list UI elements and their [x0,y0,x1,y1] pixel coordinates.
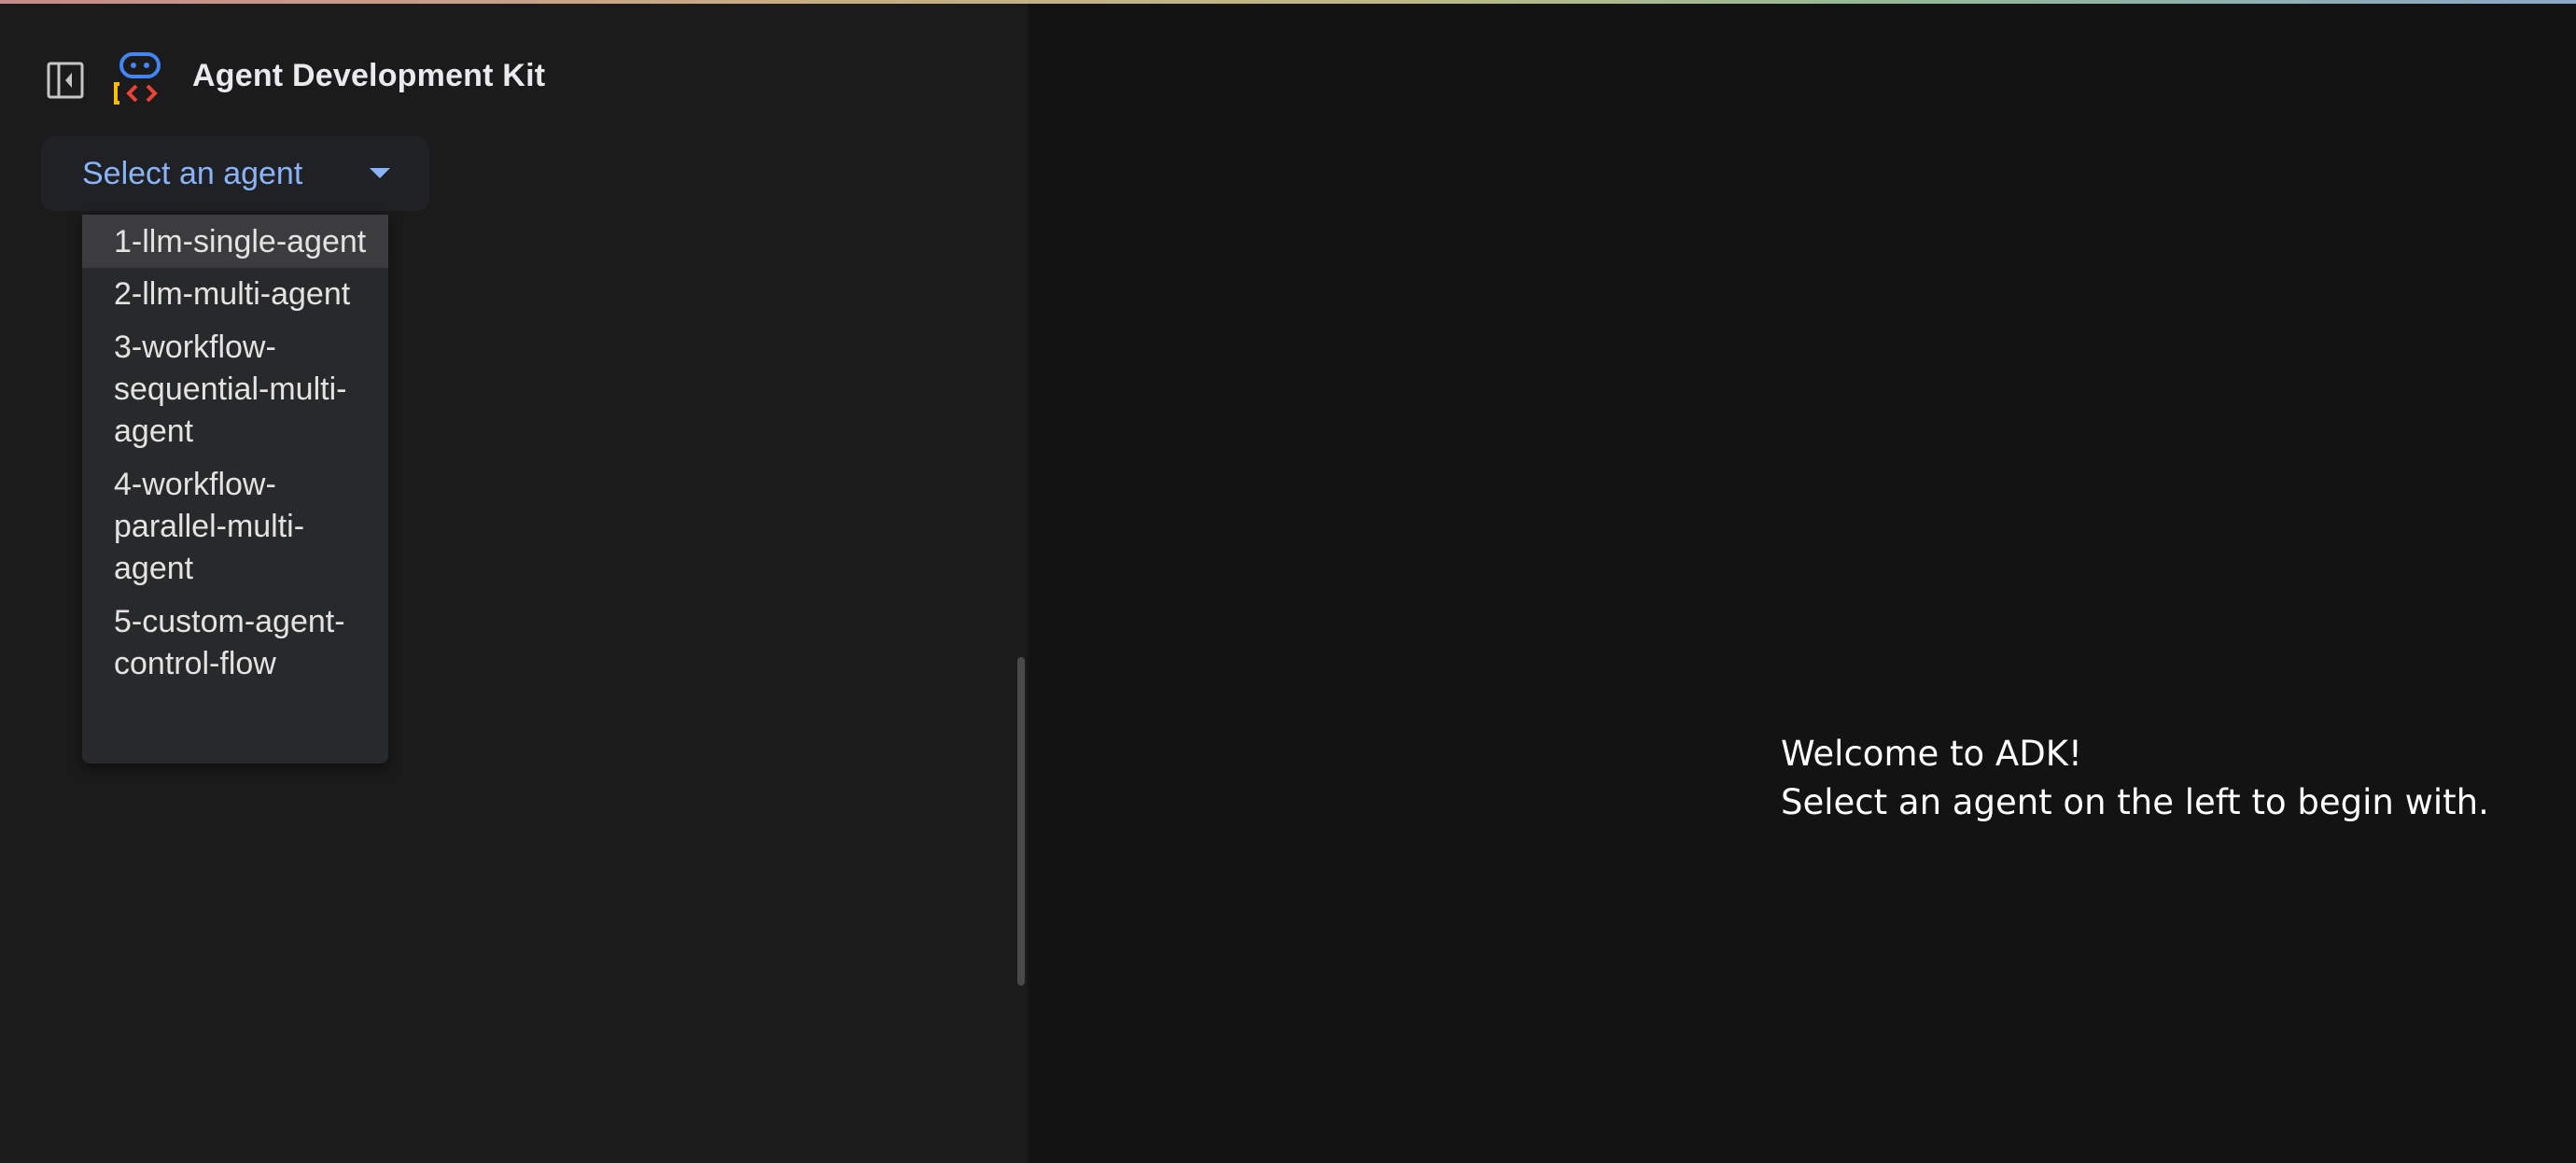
agent-options-panel[interactable]: 1-llm-single-agent 2-llm-multi-agent 3-w… [82,215,388,764]
agent-option-1[interactable]: 1-llm-single-agent [82,215,388,268]
welcome-subtitle: Select an agent on the left to begin wit… [1781,782,2489,822]
sidebar-resize-handle[interactable] [1017,657,1025,986]
agent-option-3[interactable]: 3-workflow-sequential-multi-agent [82,321,388,458]
agent-option-2[interactable]: 2-llm-multi-agent [82,268,388,321]
sidebar-toggle-button[interactable] [41,56,90,105]
adk-robot-logo-icon [112,50,170,108]
agent-option-5[interactable]: 5-custom-agent-control-flow [82,596,388,691]
welcome-message: Welcome to ADK! Select an agent on the l… [1781,730,2489,827]
left-panel-close-icon [47,62,84,99]
sidebar: Agent Development Kit Select an agent 1-… [0,4,1027,1163]
caret-down-icon [370,168,390,178]
app-title: Agent Development Kit [192,58,546,93]
agent-option-4[interactable]: 4-workflow-parallel-multi-agent [82,458,388,596]
agent-select-placeholder: Select an agent [82,155,303,191]
main-content [1029,4,2576,1163]
welcome-title: Welcome to ADK! [1781,734,2082,774]
agent-select-dropdown[interactable]: Select an agent [41,136,429,211]
